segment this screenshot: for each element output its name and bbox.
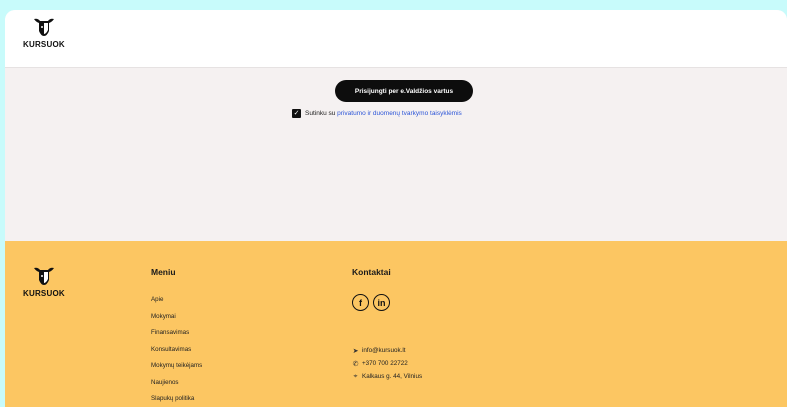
brand-name: KURSUOK: [23, 40, 65, 49]
cow-logo-icon: [33, 18, 54, 36]
menu-item-apie[interactable]: Apie: [151, 296, 202, 313]
site-header: KURSUOK: [5, 10, 787, 68]
contacts-title: Kontaktai: [352, 267, 391, 277]
menu-item-mokymai[interactable]: Mokymai: [151, 313, 202, 330]
phone-text: +370 700 22722: [362, 360, 408, 367]
consent-row: ✓ Sutinku su privatumo ir duomenų tvarky…: [292, 109, 462, 118]
consent-prefix: Sutinku su: [305, 110, 338, 117]
facebook-icon[interactable]: f: [352, 294, 369, 311]
contact-address: ⌖ Kalkaus g. 44, Vilnius: [352, 370, 423, 383]
consent-text: Sutinku su privatumo ir duomenų tvarkymo…: [305, 110, 462, 117]
footer-logo[interactable]: KURSUOK: [23, 265, 65, 298]
contact-email[interactable]: ➤ info@kursuok.lt: [352, 344, 422, 357]
footer-menu: Apie Mokymai Finansavimas Konsultavimas …: [151, 296, 202, 407]
menu-item-naujienos[interactable]: Naujienos: [151, 379, 202, 396]
menu-item-mokymu-teikejams[interactable]: Mokymų teikėjams: [151, 362, 202, 379]
social-links: f in: [352, 294, 390, 311]
linkedin-icon[interactable]: in: [373, 294, 390, 311]
location-pin-icon: ⌖: [353, 372, 358, 380]
privacy-rules-link[interactable]: privatumo ir duomenų tvarkymo taisyklėmi…: [337, 110, 462, 117]
egov-login-button[interactable]: Prisijungti per e.Valdžios vartus: [335, 80, 473, 102]
contact-list: ➤ info@kursuok.lt ✆ +370 700 22722 ⌖ Kal…: [352, 344, 423, 383]
consent-checkbox[interactable]: ✓: [292, 109, 301, 118]
menu-item-slapuku-politika[interactable]: Slapukų politika: [151, 395, 202, 407]
footer-brand-name: KURSUOK: [23, 289, 65, 298]
address-text: Kalkaus g. 44, Vilnius: [362, 373, 423, 380]
cow-logo-icon: [33, 267, 54, 285]
site-footer: KURSUOK Meniu Apie Mokymai Finansavimas …: [5, 241, 787, 407]
page-frame: KURSUOK Prisijungti per e.Valdžios vartu…: [5, 10, 787, 407]
send-icon: ➤: [352, 347, 359, 355]
contact-phone[interactable]: ✆ +370 700 22722: [352, 357, 422, 370]
menu-item-finansavimas[interactable]: Finansavimas: [151, 329, 202, 346]
email-text: info@kursuok.lt: [362, 347, 406, 354]
menu-item-konsultavimas[interactable]: Konsultavimas: [151, 346, 202, 363]
phone-icon: ✆: [352, 360, 359, 368]
menu-title: Meniu: [151, 267, 176, 277]
header-logo[interactable]: KURSUOK: [23, 16, 65, 49]
